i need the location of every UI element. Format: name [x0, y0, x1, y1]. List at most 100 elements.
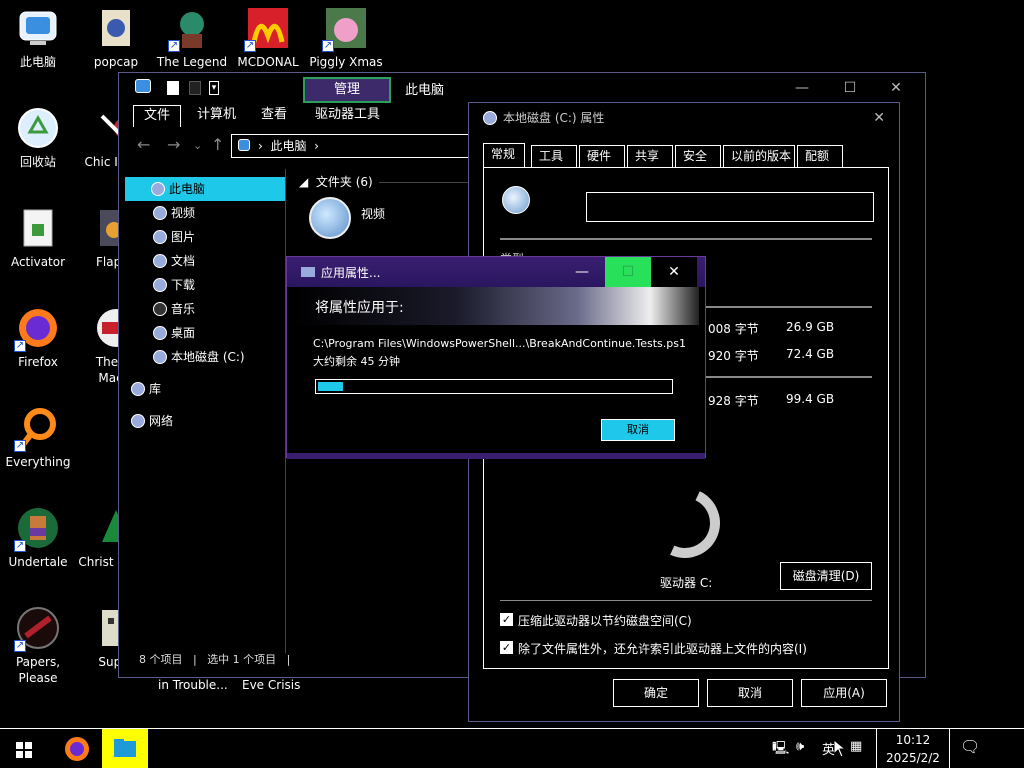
tab-drive-tools[interactable]: 驱动器工具 — [305, 105, 390, 127]
compress-drive-checkbox[interactable]: ✓ 压缩此驱动器以节约磁盘空间(C) — [500, 612, 692, 629]
desktop-icon-popcap[interactable]: popcap — [78, 6, 154, 70]
apply-button[interactable]: 应用(A) — [801, 679, 887, 707]
cancel-button[interactable]: 取消 — [601, 419, 675, 441]
computer-icon — [16, 6, 60, 50]
volume-tray-icon[interactable]: 🕪 — [796, 739, 804, 754]
desktop-icon-piggly-xmas[interactable]: ↗ Piggly Xmas — [308, 6, 384, 70]
desktop-icon-papers-please[interactable]: ↗ Papers, Please — [0, 606, 76, 686]
sidebar-item-music[interactable]: 音乐 — [125, 297, 285, 321]
recycle-bin-icon — [16, 106, 60, 150]
network-icon — [131, 414, 145, 428]
clock-time: 10:12 — [895, 733, 931, 747]
shortcut-arrow-icon: ↗ — [168, 40, 180, 52]
up-arrow-icon[interactable]: ↑ — [211, 135, 224, 154]
index-contents-checkbox[interactable]: ✓ 除了文件属性外，还允许索引此驱动器上文件的内容(I) — [500, 640, 807, 657]
address-bar[interactable]: › 此电脑 › — [231, 134, 471, 158]
notification-icon[interactable]: 🗨 — [960, 737, 980, 756]
sidebar-item-downloads[interactable]: 下载 — [125, 273, 285, 297]
sidebar-item-libraries[interactable]: 库 — [125, 377, 285, 401]
close-button[interactable]: ✕ — [651, 257, 697, 287]
desktop-icon-activator[interactable]: Activator — [0, 206, 76, 270]
shortcut-arrow-icon: ↗ — [14, 640, 26, 652]
desktop-icon-the-legend[interactable]: ↗ The Legend — [154, 6, 230, 70]
start-button[interactable] — [0, 729, 48, 768]
desktop-icon-firefox[interactable]: ↗ Firefox — [0, 306, 76, 370]
tab-manage[interactable]: 管理 — [303, 77, 391, 103]
minimize-button[interactable]: — — [779, 73, 825, 103]
recent-chevron-down-icon[interactable]: ⌄ — [193, 139, 202, 152]
apply-heading: 将属性应用于: — [315, 300, 404, 316]
documents-icon — [153, 254, 167, 268]
drive-name-input[interactable] — [586, 192, 874, 222]
sidebar-item-pictures[interactable]: 图片 — [125, 225, 285, 249]
properties-titlebar[interactable]: 本地磁盘 (C:) 属性 ✕ — [469, 103, 899, 133]
desktop-icon-this-pc[interactable]: 此电脑 — [0, 6, 76, 70]
status-bar: 8 个项目 | 选中 1 个项目 | — [139, 653, 291, 666]
used-space-bytes: 008 字节 — [708, 322, 759, 336]
tab-previous-versions[interactable]: 以前的版本 — [723, 145, 795, 167]
close-button[interactable]: ✕ — [873, 73, 919, 103]
network-tray-icon[interactable]: 🖳 — [772, 739, 789, 761]
piggly-icon: ↗ — [322, 6, 368, 52]
explorer-titlebar[interactable]: ▾ 管理 此电脑 — ☐ ✕ — [119, 73, 925, 103]
desktop-icon-recycle-bin[interactable]: 回收站 — [0, 106, 76, 170]
quick-access-dropdown-icon[interactable]: ▾ — [209, 81, 219, 95]
shortcut-arrow-icon: ↗ — [244, 40, 256, 52]
desktop-icon-label: Eve Crisis — [242, 678, 301, 692]
minimize-button[interactable]: — — [559, 257, 605, 287]
folders-group-header[interactable]: ◢ 文件夹 (6) — [299, 173, 373, 190]
input-mode-icon[interactable]: ▦ — [850, 739, 862, 754]
tab-computer[interactable]: 计算机 — [187, 105, 246, 127]
desktop-icon-mcdonalds[interactable]: ↗ MCDONAL — [230, 6, 306, 70]
used-space-gb: 26.9 GB — [786, 320, 835, 334]
tab-tools[interactable]: 工具 — [531, 145, 577, 167]
ok-button[interactable]: 确定 — [613, 679, 699, 707]
current-file-path: C:\Program Files\WindowsPowerShell...\Br… — [313, 337, 686, 350]
maximize-button[interactable]: ☐ — [827, 73, 873, 103]
sidebar-item-local-disk-c[interactable]: 本地磁盘 (C:) — [125, 345, 285, 369]
apply-attributes-dialog[interactable]: 应用属性... — ☐ ✕ 将属性应用于: C:\Program Files\W… — [286, 256, 706, 459]
apply-dialog-body: C:\Program Files\WindowsPowerShell...\Br… — [293, 325, 699, 409]
desktop-icon-everything[interactable]: ↗ Everything — [0, 406, 76, 470]
shortcut-arrow-icon: ↗ — [322, 40, 334, 52]
shortcut-arrow-icon: ↗ — [14, 540, 26, 552]
music-icon — [153, 302, 167, 316]
separator — [500, 238, 872, 240]
taskbar-clock[interactable]: 10:12 2025/2/2 — [876, 729, 950, 768]
tab-view[interactable]: 查看 — [251, 105, 297, 127]
close-button[interactable]: ✕ — [873, 103, 885, 133]
desktop-icon-undertale[interactable]: ↗ Undertale — [0, 506, 76, 570]
forward-arrow-icon[interactable]: → — [167, 135, 180, 154]
apply-dialog-titlebar[interactable]: 应用属性... — ☐ ✕ — [287, 257, 705, 287]
shortcut-arrow-icon: ↗ — [14, 340, 26, 352]
tab-general[interactable]: 常规 — [483, 143, 525, 167]
tab-hardware[interactable]: 硬件 — [579, 145, 625, 167]
taskbar-firefox[interactable] — [54, 729, 100, 768]
sidebar-item-this-pc[interactable]: 此电脑 — [125, 177, 285, 201]
back-arrow-icon[interactable]: ← — [137, 135, 150, 154]
mouse-cursor-icon — [834, 740, 846, 758]
maximize-button[interactable]: ☐ — [605, 257, 651, 287]
cancel-button[interactable]: 取消 — [707, 679, 793, 707]
taskbar-file-explorer[interactable] — [102, 729, 148, 768]
quick-access-properties-icon[interactable] — [167, 81, 179, 95]
videos-icon — [153, 206, 167, 220]
quick-access-folder-icon[interactable] — [189, 81, 201, 95]
sidebar-item-videos[interactable]: 视频 — [125, 201, 285, 225]
sidebar-item-desktop[interactable]: 桌面 — [125, 321, 285, 345]
sidebar-item-documents[interactable]: 文档 — [125, 249, 285, 273]
tab-quota[interactable]: 配额 — [797, 145, 843, 167]
popcap-icon — [94, 6, 138, 50]
windows-icon — [16, 742, 32, 758]
disk-cleanup-button[interactable]: 磁盘清理(D) — [780, 562, 872, 590]
tab-file[interactable]: 文件 — [133, 105, 182, 127]
attributes-icon — [301, 267, 315, 277]
magnifier-icon: ↗ — [14, 406, 60, 452]
tab-security[interactable]: 安全 — [675, 145, 721, 167]
status-selected-count: 选中 1 个项目 — [207, 653, 277, 666]
folder-tile-videos[interactable]: 视频 — [309, 197, 385, 239]
shortcut-arrow-icon: ↗ — [14, 440, 26, 452]
breadcrumb-this-pc[interactable]: 此电脑 — [270, 139, 306, 153]
tab-sharing[interactable]: 共享 — [627, 145, 673, 167]
sidebar-item-network[interactable]: 网络 — [125, 409, 285, 433]
